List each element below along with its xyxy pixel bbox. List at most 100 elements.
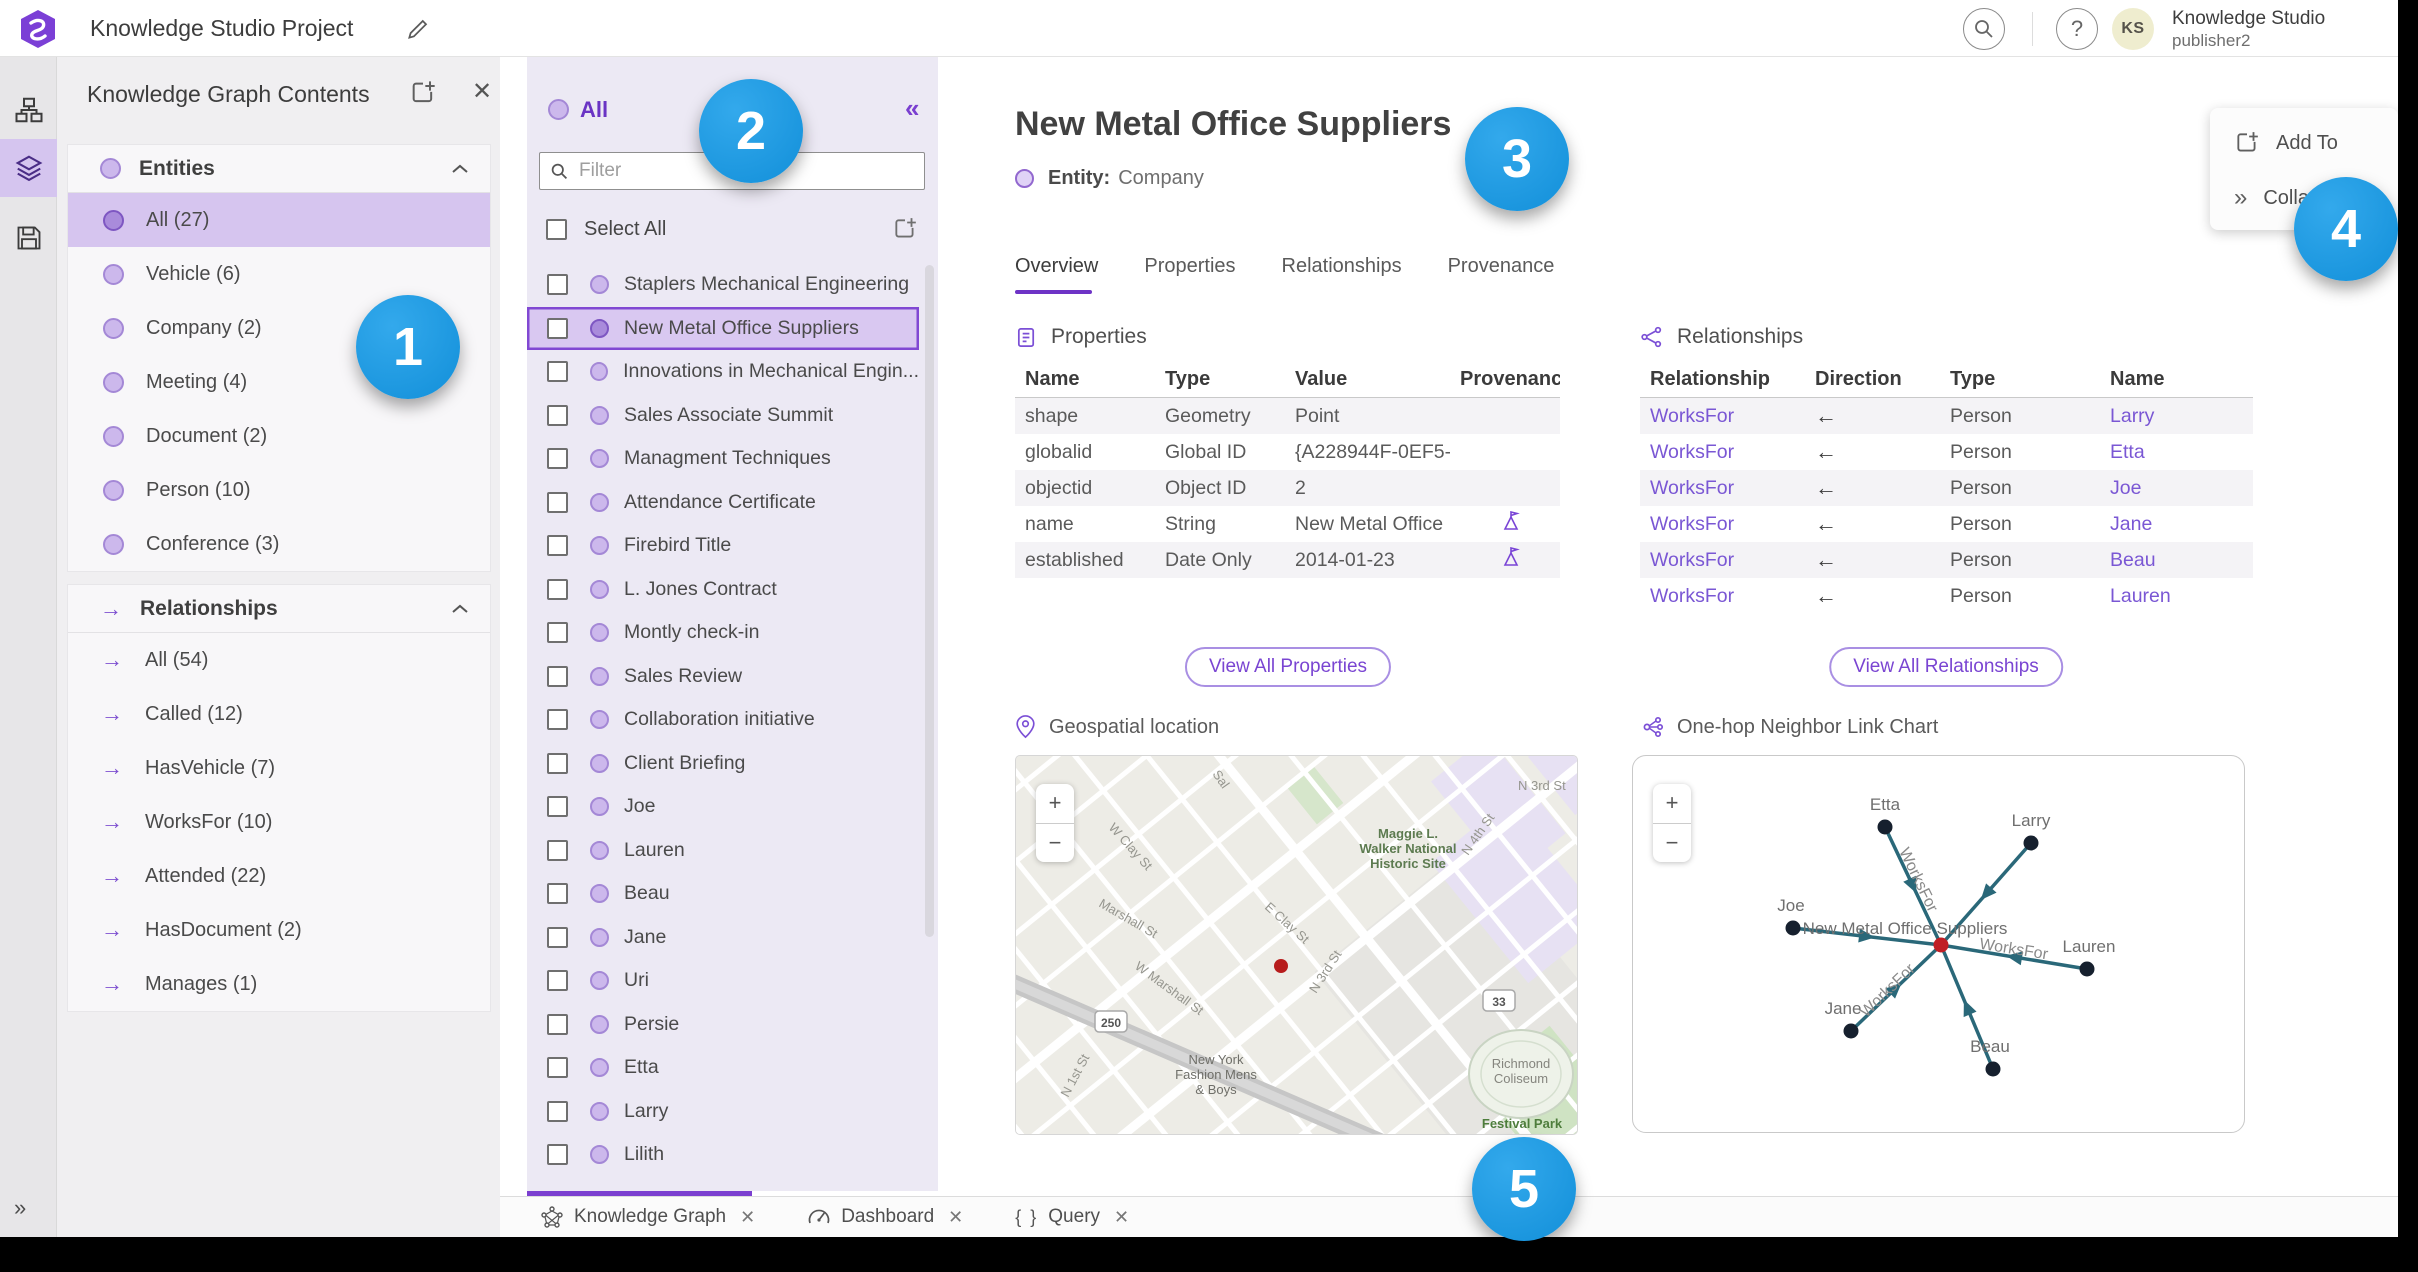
entity-list-item[interactable]: Sales Review bbox=[527, 655, 919, 699]
entity-list-item[interactable]: Managment Techniques bbox=[527, 437, 919, 481]
tab-provenance[interactable]: Provenance bbox=[1448, 255, 1555, 294]
center-graph-node[interactable] bbox=[1933, 937, 1949, 953]
relationship-row[interactable]: WorksFor ← Person Larry bbox=[1640, 398, 2253, 434]
item-checkbox[interactable] bbox=[547, 970, 568, 992]
relationship-link[interactable]: WorksFor bbox=[1640, 477, 1805, 500]
rail-contents-button[interactable] bbox=[0, 139, 57, 197]
item-checkbox[interactable] bbox=[547, 317, 568, 339]
entity-list-item[interactable]: Client Briefing bbox=[527, 742, 919, 786]
item-checkbox[interactable] bbox=[547, 752, 568, 774]
item-checkbox[interactable] bbox=[547, 1013, 568, 1035]
tab-properties[interactable]: Properties bbox=[1144, 255, 1235, 294]
view-tab-query[interactable]: { } Query ✕ bbox=[1015, 1206, 1129, 1228]
relationship-row[interactable]: WorksFor ← Person Joe bbox=[1640, 470, 2253, 506]
item-checkbox[interactable] bbox=[547, 622, 568, 644]
relationship-row[interactable]: WorksFor ← Person Lauren bbox=[1640, 578, 2253, 614]
select-all-checkbox[interactable] bbox=[546, 218, 567, 240]
item-checkbox[interactable] bbox=[547, 361, 568, 383]
property-row[interactable]: name String New Metal Office ... bbox=[1015, 506, 1560, 542]
entity-type-item[interactable]: Vehicle (6) bbox=[68, 247, 490, 301]
entity-type-item[interactable]: Person (10) bbox=[68, 463, 490, 517]
entity-list-item[interactable]: Attendance Certificate bbox=[527, 481, 919, 525]
item-checkbox[interactable] bbox=[547, 535, 568, 557]
relationship-link[interactable]: WorksFor bbox=[1640, 513, 1805, 536]
entity-list-item[interactable]: Innovations in Mechanical Engin... bbox=[527, 350, 919, 394]
property-row[interactable]: established Date Only 2014-01-23 bbox=[1015, 542, 1560, 578]
item-checkbox[interactable] bbox=[547, 926, 568, 948]
graph-node[interactable] bbox=[1785, 920, 1801, 936]
provenance-flag-icon[interactable] bbox=[1502, 547, 1522, 567]
graph-node[interactable] bbox=[1877, 819, 1893, 835]
entity-list-item[interactable]: Beau bbox=[527, 872, 919, 916]
entity-list-item[interactable]: Collaboration initiative bbox=[527, 698, 919, 742]
graph-node[interactable] bbox=[1843, 1023, 1859, 1039]
tab-overview[interactable]: Overview bbox=[1015, 255, 1098, 294]
entity-list-item[interactable]: Lauren bbox=[527, 829, 919, 873]
entity-list-item[interactable]: Larry bbox=[527, 1090, 919, 1134]
relationship-type-item[interactable]: → Attended (22) bbox=[68, 849, 490, 903]
collapse-panel-icon[interactable]: « bbox=[905, 93, 919, 124]
relationship-link[interactable]: WorksFor bbox=[1640, 405, 1805, 428]
related-entity-link[interactable]: Etta bbox=[2100, 441, 2253, 464]
item-checkbox[interactable] bbox=[547, 491, 568, 513]
item-checkbox[interactable] bbox=[547, 796, 568, 818]
expand-rail-button[interactable]: » bbox=[14, 1195, 26, 1221]
edit-title-icon[interactable] bbox=[405, 16, 431, 42]
add-to-map-icon[interactable] bbox=[409, 79, 437, 107]
relationship-row[interactable]: WorksFor ← Person Jane bbox=[1640, 506, 2253, 542]
search-button[interactable] bbox=[1963, 8, 2005, 50]
zoom-out-button[interactable]: − bbox=[1036, 824, 1074, 863]
related-entity-link[interactable]: Jane bbox=[2100, 513, 2253, 536]
related-entity-link[interactable]: Larry bbox=[2100, 405, 2253, 428]
relationship-row[interactable]: WorksFor ← Person Etta bbox=[1640, 434, 2253, 470]
rail-save-button[interactable] bbox=[0, 209, 57, 267]
close-tab-icon[interactable]: ✕ bbox=[740, 1207, 755, 1228]
relationship-type-item[interactable]: → Called (12) bbox=[68, 687, 490, 741]
provenance-flag-icon[interactable] bbox=[1502, 511, 1522, 531]
item-checkbox[interactable] bbox=[547, 665, 568, 687]
one-hop-link-chart[interactable]: + − WorksFor WorksFor WorksFor Etta Larry Joe… bbox=[1632, 755, 2245, 1133]
view-all-properties-button[interactable]: View All Properties bbox=[1184, 647, 1392, 687]
graph-node[interactable] bbox=[2023, 835, 2039, 851]
add-to-button[interactable]: Add To bbox=[2234, 130, 2338, 156]
entity-list-item[interactable]: Etta bbox=[527, 1046, 919, 1090]
relationship-type-item[interactable]: → HasVehicle (7) bbox=[68, 741, 490, 795]
entity-type-item[interactable]: Document (2) bbox=[68, 409, 490, 463]
relationship-link[interactable]: WorksFor bbox=[1640, 441, 1805, 464]
item-checkbox[interactable] bbox=[547, 883, 568, 905]
item-checkbox[interactable] bbox=[547, 1057, 568, 1079]
view-tab-knowledge-graph[interactable]: Knowledge Graph ✕ bbox=[540, 1205, 755, 1229]
related-entity-link[interactable]: Joe bbox=[2100, 477, 2253, 500]
related-entity-link[interactable]: Beau bbox=[2100, 549, 2253, 572]
view-all-relationships-button[interactable]: View All Relationships bbox=[1829, 647, 2063, 687]
geospatial-map[interactable]: + − k RdW Clay StSalMarshall StW Marshal… bbox=[1015, 755, 1578, 1135]
list-scrollbar[interactable] bbox=[925, 265, 934, 937]
entities-header[interactable]: Entities bbox=[68, 145, 490, 193]
entity-list-item[interactable]: Lilith bbox=[527, 1133, 919, 1177]
item-checkbox[interactable] bbox=[547, 274, 568, 296]
add-to-map-icon[interactable] bbox=[892, 216, 918, 242]
chevron-up-icon[interactable] bbox=[452, 604, 468, 614]
graph-node[interactable] bbox=[1985, 1061, 2001, 1077]
help-button[interactable]: ? bbox=[2056, 8, 2098, 50]
item-checkbox[interactable] bbox=[547, 839, 568, 861]
item-checkbox[interactable] bbox=[547, 1100, 568, 1122]
entity-list-item[interactable]: Staplers Mechanical Engineering bbox=[527, 263, 919, 307]
provenance-cell[interactable] bbox=[1450, 511, 1560, 537]
close-tab-icon[interactable]: ✕ bbox=[1114, 1207, 1129, 1228]
property-row[interactable]: globalid Global ID {A228944F-0EF5-... bbox=[1015, 434, 1560, 470]
entity-list-item[interactable]: Uri bbox=[527, 959, 919, 1003]
zoom-in-button[interactable]: + bbox=[1036, 784, 1074, 824]
entity-list-item[interactable]: Firebird Title bbox=[527, 524, 919, 568]
property-row[interactable]: shape Geometry Point bbox=[1015, 398, 1560, 434]
relationship-type-item[interactable]: → Manages (1) bbox=[68, 957, 490, 1011]
relationship-row[interactable]: WorksFor ← Person Beau bbox=[1640, 542, 2253, 578]
close-tab-icon[interactable]: ✕ bbox=[948, 1207, 963, 1228]
entity-type-item[interactable]: All (27) bbox=[68, 193, 490, 247]
rail-datamodel-button[interactable] bbox=[0, 81, 57, 139]
item-checkbox[interactable] bbox=[547, 1144, 568, 1166]
entity-list-item[interactable]: New Metal Office Suppliers bbox=[527, 306, 919, 350]
relationship-type-item[interactable]: → All (54) bbox=[68, 633, 490, 687]
chevron-up-icon[interactable] bbox=[452, 164, 468, 174]
avatar[interactable]: KS bbox=[2112, 8, 2154, 50]
